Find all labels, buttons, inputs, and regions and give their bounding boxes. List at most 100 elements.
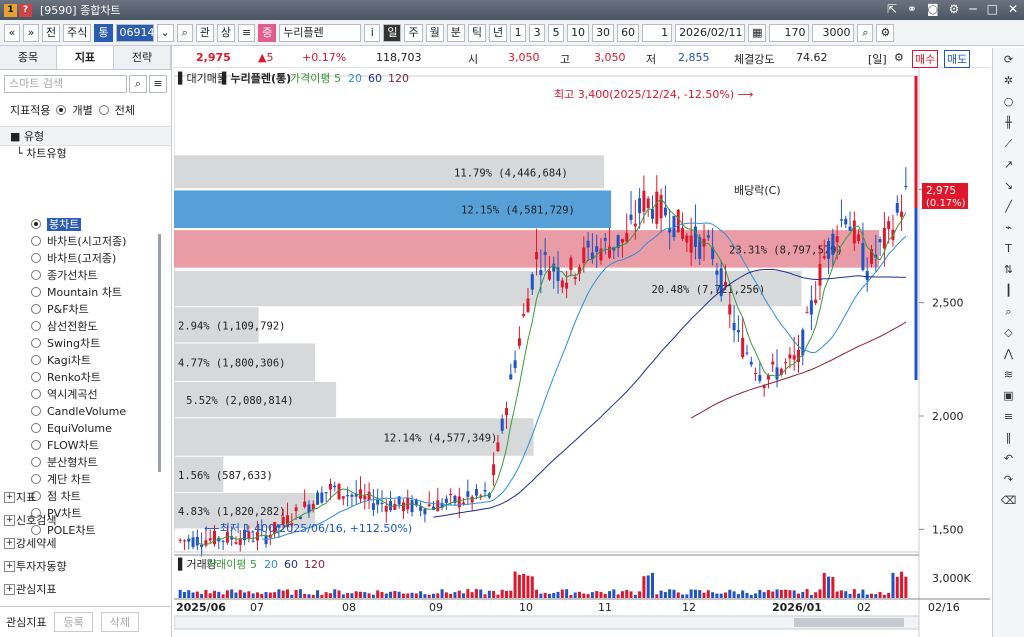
eraser-icon[interactable]: ⌫	[998, 491, 1020, 510]
ray-icon[interactable]: ↘	[998, 176, 1020, 195]
chart-type-item[interactable]: Renko차트	[0, 369, 164, 386]
section-type[interactable]: ■ 유형	[0, 126, 171, 146]
next-button[interactable]: »	[23, 23, 39, 42]
camera-icon[interactable]: ◙	[927, 2, 939, 16]
fan-icon[interactable]: ⋀	[998, 344, 1020, 363]
chart-type-item[interactable]: 분산형차트	[0, 454, 164, 471]
chart-type-item[interactable]: 바차트(시고저종)	[0, 233, 164, 250]
search-button[interactable]: ⌕	[176, 23, 193, 42]
chart-type-item[interactable]: 역시계곡선	[0, 386, 164, 403]
bar-tool-icon[interactable]: ┃	[998, 281, 1020, 300]
candle-icon[interactable]: ╫	[998, 113, 1020, 132]
radio-icon[interactable]	[31, 474, 41, 484]
sell-button[interactable]: 매도	[944, 50, 971, 68]
chart-type-item[interactable]: CandleVolume	[0, 403, 164, 420]
chart-type-item[interactable]: FLOW차트	[0, 437, 164, 454]
tab-stock[interactable]: 종목	[0, 46, 57, 69]
zoom-icon[interactable]: ⌕	[857, 23, 874, 42]
register-button[interactable]: 등록	[54, 612, 93, 632]
radio-icon[interactable]	[31, 321, 41, 331]
zoom-input[interactable]: 3000	[812, 23, 855, 42]
group-investor[interactable]: 투자자동향	[0, 555, 172, 578]
pin-icon[interactable]: ⇱	[887, 2, 897, 16]
radio-icon[interactable]	[31, 440, 41, 450]
radio-icon[interactable]	[31, 219, 41, 229]
group-signal[interactable]: 신호검색	[0, 509, 172, 532]
period-tick[interactable]: 틱	[467, 23, 486, 42]
date-input[interactable]: 2026/02/11	[675, 23, 746, 42]
radio-individual[interactable]	[56, 105, 67, 115]
list-icon[interactable]: ≡	[149, 75, 167, 93]
radio-icon[interactable]	[31, 338, 41, 348]
sang-button[interactable]: 상	[216, 23, 235, 42]
count-select[interactable]: 1	[642, 23, 673, 42]
chart-type-item[interactable]: 봉차트	[0, 216, 164, 233]
radio-icon[interactable]	[31, 253, 41, 263]
bars-input[interactable]: 170	[769, 23, 810, 42]
vlines-icon[interactable]: ‖	[998, 428, 1020, 447]
tong-button[interactable]: 통	[94, 23, 113, 42]
period-year[interactable]: 년	[488, 23, 508, 42]
radio-icon[interactable]	[31, 389, 41, 399]
delete-button[interactable]: 삭제	[100, 612, 139, 632]
redo-icon[interactable]: ↷	[998, 470, 1020, 489]
fib-icon[interactable]: ≋	[998, 365, 1020, 384]
search-icon[interactable]: ⌕	[129, 75, 147, 93]
price-chart[interactable]: 11.79% (4,446,684) 12.15% (4,581,729) 23.3…	[174, 68, 990, 637]
shapes-icon[interactable]: ◇	[998, 323, 1020, 342]
help-icon[interactable]: ?	[19, 3, 32, 17]
trend-icon[interactable]: ↗	[998, 155, 1020, 174]
min-5[interactable]: 5	[548, 23, 565, 42]
chart-type-item[interactable]: 삼선전환도	[0, 318, 164, 335]
smart-search-input[interactable]: 스마트 검색	[4, 75, 127, 93]
radio-icon[interactable]	[31, 457, 41, 467]
gann-icon[interactable]: ▣	[998, 386, 1020, 405]
radio-all[interactable]	[98, 105, 109, 115]
code-input[interactable]: 069140	[115, 23, 162, 42]
arrow-tool-icon[interactable]: ⇅	[998, 260, 1020, 279]
chart-type-item[interactable]: EquiVolume	[0, 420, 164, 437]
group-indicator[interactable]: 지표	[0, 486, 172, 509]
magnifier-icon[interactable]: ⌕	[998, 302, 1020, 321]
undo-icon[interactable]: ↶	[998, 449, 1020, 468]
min-3[interactable]: 3	[529, 23, 546, 42]
group-strength[interactable]: 강세약세	[0, 532, 172, 555]
lines-icon[interactable]: ≡	[998, 407, 1020, 426]
gear-icon[interactable]: ⚙	[876, 23, 895, 42]
min-1[interactable]: 1	[510, 23, 527, 42]
radio-icon[interactable]	[31, 287, 41, 297]
link-icon[interactable]: ⚭	[907, 2, 917, 16]
period-month[interactable]: 월	[425, 23, 444, 42]
list-icon[interactable]: ≡	[237, 23, 256, 42]
line-tool-icon[interactable]: ⟋	[998, 134, 1020, 153]
chart-type-item[interactable]: Swing차트	[0, 335, 164, 352]
period-minute[interactable]: 분	[446, 23, 465, 42]
prev-button[interactable]: «	[4, 23, 20, 42]
period-day[interactable]: 일	[383, 23, 402, 42]
text-icon[interactable]: T	[998, 239, 1020, 258]
list-scrollbar[interactable]	[158, 234, 161, 472]
diagonal-icon[interactable]: ╱	[998, 197, 1020, 216]
settings-icon[interactable]: ✲	[998, 71, 1020, 90]
chart-type-item[interactable]: 바차트(고저종)	[0, 250, 164, 267]
group-favorite[interactable]: 관심지표	[0, 578, 172, 601]
chart-type-item[interactable]: P&F차트	[0, 301, 164, 318]
dropdown-icon[interactable]: ⌄	[156, 23, 174, 42]
radio-icon[interactable]	[31, 270, 41, 280]
period-week[interactable]: 주	[404, 23, 423, 42]
tab-strategy[interactable]: 전략	[114, 46, 171, 69]
tab-indicator[interactable]: 지표	[57, 46, 114, 69]
crosshair-icon[interactable]: ○	[998, 92, 1020, 111]
min-60[interactable]: 60	[617, 23, 640, 42]
maximize-button[interactable]: □	[987, 2, 998, 16]
refresh-icon[interactable]: ⟳	[998, 50, 1020, 69]
min-10[interactable]: 10	[567, 23, 590, 42]
chart-type-item[interactable]: 종가선차트	[0, 267, 164, 284]
calendar-icon[interactable]: ▦	[748, 23, 767, 42]
minimize-button[interactable]: ─	[969, 2, 976, 16]
close-button[interactable]: ✕	[1008, 2, 1018, 16]
buy-button[interactable]: 매수	[912, 50, 939, 68]
jeon-button[interactable]: 전	[42, 23, 61, 42]
settings-icon[interactable]: ⚙	[949, 2, 960, 16]
radio-icon[interactable]	[31, 406, 41, 416]
